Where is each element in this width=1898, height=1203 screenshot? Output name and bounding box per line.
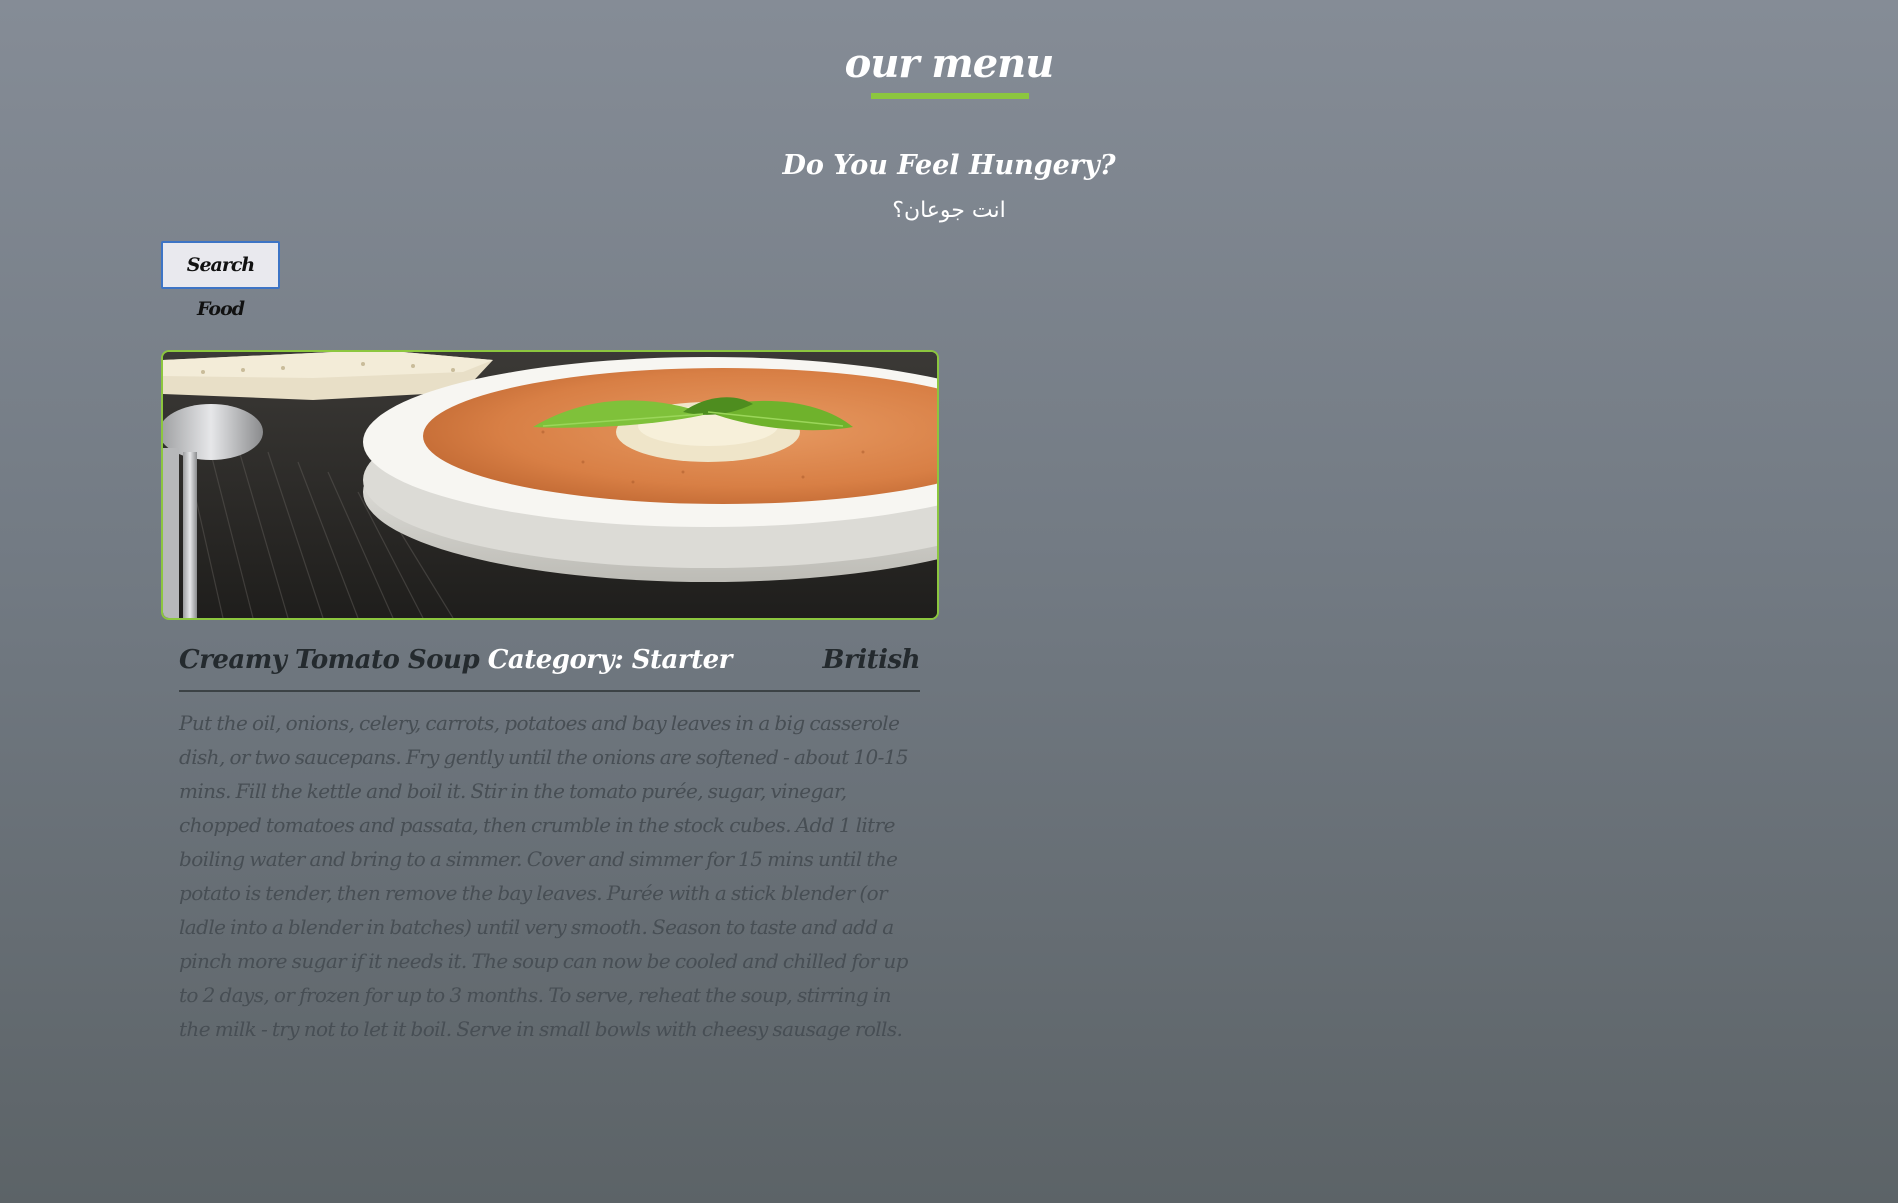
soup-photo — [163, 352, 937, 618]
page-title: our menu — [844, 40, 1055, 87]
card-divider — [179, 690, 920, 692]
meal-image — [161, 350, 939, 620]
title-underline — [871, 93, 1029, 99]
search-food-button[interactable]: Search Food — [161, 241, 280, 320]
page-subtitle: Do You Feel Hungery? — [782, 150, 1116, 181]
meal-area: British — [822, 645, 921, 675]
meal-instructions: Put the oil, onions, celery, carrots, po… — [179, 711, 909, 1041]
meal-category: Category: Starter — [487, 645, 733, 675]
meal-header: Creamy Tomato Soup Category: Starter Bri… — [179, 640, 921, 680]
meal-name: Creamy Tomato Soup — [179, 645, 480, 675]
arabic-subtitle: انت جوعان؟ — [892, 198, 1006, 223]
